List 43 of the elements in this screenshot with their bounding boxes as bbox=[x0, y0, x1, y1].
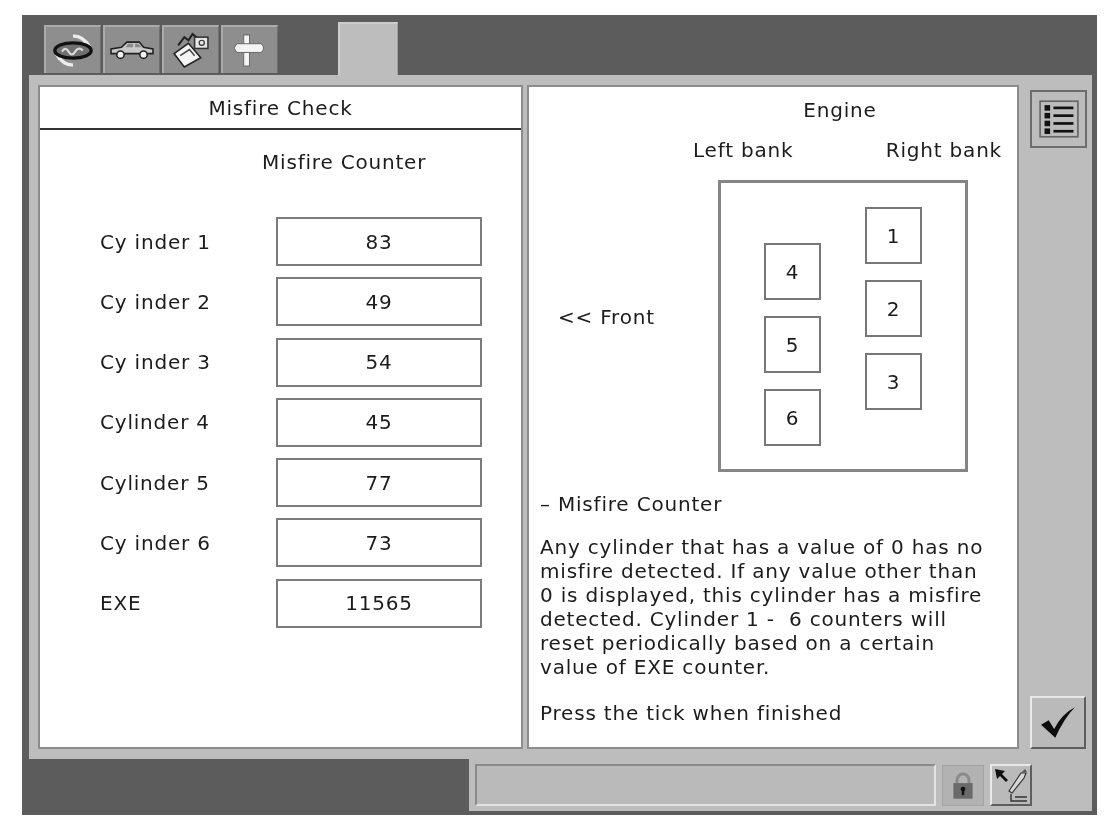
counter-readout: 54 bbox=[276, 337, 482, 387]
car-icon bbox=[110, 40, 154, 60]
bank-label: Left bank bbox=[693, 138, 794, 162]
bank-label: Right bank bbox=[885, 138, 1002, 162]
cylinder-position: 1 bbox=[865, 207, 922, 264]
tab[interactable] bbox=[44, 25, 101, 73]
cylinder-position: 4 bbox=[764, 243, 821, 300]
column-heading: Misfire Counter bbox=[262, 150, 427, 174]
tool-button[interactable] bbox=[990, 764, 1032, 806]
counter-readout: 73 bbox=[276, 518, 482, 568]
instruction-text: Press the tick when finished bbox=[540, 701, 843, 725]
signpost-icon bbox=[233, 33, 267, 67]
section-heading: – Misfire Counter bbox=[540, 492, 723, 516]
tab[interactable] bbox=[103, 25, 160, 73]
list-button[interactable] bbox=[1030, 90, 1087, 148]
counter-readout: 11565 bbox=[276, 578, 482, 628]
hand-card-icon bbox=[172, 32, 210, 68]
description-text: Any cylinder that has a value of 0 has no misfire detected. If any value other than 0 is displayed, this cylinder has a misfire detected. Cylinder 1 - 6 counters will reset periodically based on a certain value of EXE counter. bbox=[540, 535, 985, 679]
counter-readout: 83 bbox=[276, 217, 482, 266]
cylinder-position: 5 bbox=[764, 316, 821, 373]
row-label: Cy inder 6 bbox=[100, 531, 211, 555]
row-label: Cylinder 5 bbox=[100, 470, 210, 495]
cylinder-position: 6 bbox=[764, 389, 821, 446]
checkmark-icon bbox=[1040, 706, 1076, 739]
cylinder-position: 2 bbox=[865, 280, 922, 337]
counter-readout: 77 bbox=[276, 458, 482, 508]
row-label: EXE bbox=[100, 591, 142, 616]
tick-button[interactable] bbox=[1030, 696, 1086, 749]
list-icon bbox=[1038, 100, 1079, 138]
row-label: Cylinder 4 bbox=[100, 410, 210, 435]
padlock-icon bbox=[942, 764, 984, 806]
row-label: Cy inder 2 bbox=[100, 289, 211, 314]
front-label: << Front bbox=[558, 305, 655, 329]
tab[interactable] bbox=[162, 25, 219, 73]
counter-readout: 49 bbox=[276, 277, 482, 327]
diagram-title: Engine bbox=[803, 98, 877, 122]
panel-title: Misfire Check bbox=[208, 95, 353, 120]
counter-readout: 45 bbox=[276, 397, 482, 447]
row-label: Cy inder 1 bbox=[100, 229, 211, 254]
emblem-icon bbox=[53, 33, 93, 67]
row-label: Cy inder 3 bbox=[100, 350, 211, 375]
cursor-pen-icon bbox=[994, 768, 1028, 802]
cylinder-position: 3 bbox=[865, 353, 922, 410]
